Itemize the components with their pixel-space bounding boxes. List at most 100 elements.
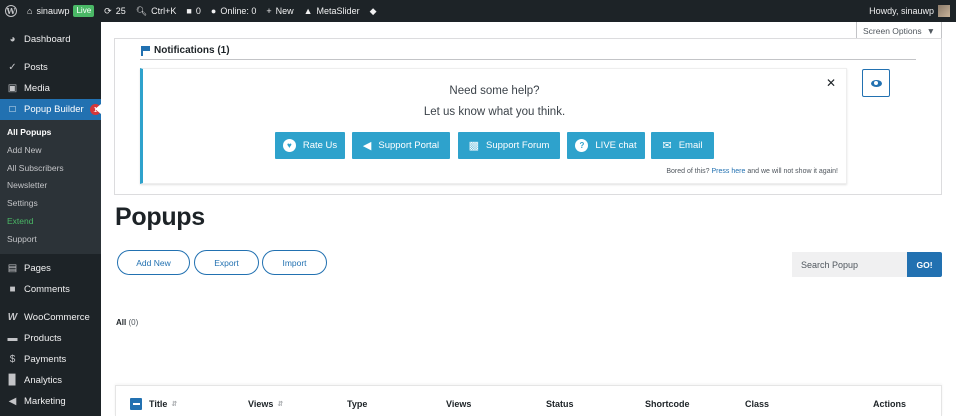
pin-icon: ✓ bbox=[8, 62, 17, 73]
sidebar-item-label: Analytics bbox=[24, 374, 63, 386]
email-button[interactable]: ✉ Email bbox=[651, 132, 714, 159]
live-chat-button[interactable]: ? LIVE chat bbox=[567, 132, 645, 159]
updates-count: 25 bbox=[115, 6, 126, 16]
megaphone-icon: ◀ bbox=[362, 140, 372, 152]
heart-icon: ♥ bbox=[282, 139, 296, 152]
sidebar-item-label: Posts bbox=[24, 62, 48, 73]
column-title[interactable]: Title ⇵ bbox=[149, 399, 177, 409]
add-new-button[interactable]: Add New bbox=[117, 250, 190, 275]
dismiss-link[interactable]: Press here bbox=[712, 168, 746, 175]
sidebar-item-dashboard[interactable]: ◕ Dashboard bbox=[0, 29, 101, 50]
new-content-link[interactable]: + New bbox=[261, 0, 298, 22]
comments-link[interactable]: ■ 0 bbox=[181, 0, 205, 22]
select-all-checkbox[interactable] bbox=[130, 398, 142, 410]
live-badge: Live bbox=[73, 5, 95, 17]
button-label: Email bbox=[678, 140, 703, 151]
export-button[interactable]: Export bbox=[194, 250, 259, 275]
support-portal-button[interactable]: ◀ Support Portal bbox=[352, 132, 450, 159]
sidebar-item-marketing[interactable]: ◀ Marketing bbox=[0, 391, 101, 412]
popups-table-header: Title ⇵ Views ⇵ Type Views Status Shortc… bbox=[115, 385, 942, 416]
filter-all-count: (0) bbox=[128, 318, 139, 327]
woocommerce-icon: W bbox=[7, 311, 18, 323]
new-label: New bbox=[275, 6, 294, 16]
question-icon: ? bbox=[575, 139, 589, 152]
button-label: LIVE chat bbox=[595, 140, 637, 151]
products-icon: ▬ bbox=[7, 332, 18, 344]
submenu-all-subscribers[interactable]: All Subscribers bbox=[0, 160, 101, 178]
sidebar-item-popup-builder[interactable]: □ Popup Builder 1 bbox=[0, 99, 101, 120]
sidebar-item-label: Payments bbox=[24, 353, 67, 365]
sidebar-item-label: Pages bbox=[24, 262, 51, 274]
admin-sidebar: ◕ Dashboard ✓ Posts ▣ Media □ Popup Buil… bbox=[0, 22, 101, 416]
comments-count: 0 bbox=[195, 6, 201, 16]
avatar bbox=[938, 5, 950, 17]
sidebar-item-label: Popup Builder bbox=[24, 104, 84, 115]
site-name-link[interactable]: ⌂ sinauwp Live bbox=[22, 0, 99, 22]
caret-down-icon: ▼ bbox=[926, 26, 935, 36]
search-go-button[interactable]: GO! bbox=[907, 252, 942, 277]
footer-suffix: and we will not show it again! bbox=[747, 168, 838, 175]
flag-icon bbox=[141, 45, 150, 56]
submenu-support[interactable]: Support bbox=[0, 231, 101, 249]
submenu-settings[interactable]: Settings bbox=[0, 195, 101, 213]
envelope-icon: ✉ bbox=[662, 140, 672, 152]
diamond-link[interactable]: ◆ bbox=[365, 0, 382, 22]
submenu-add-new[interactable]: Add New bbox=[0, 142, 101, 160]
popup-builder-icon: □ bbox=[9, 104, 16, 115]
popup-builder-submenu: All Popups Add New All Subscribers Newsl… bbox=[0, 120, 101, 254]
submenu-extend[interactable]: Extend bbox=[0, 213, 101, 231]
sidebar-item-comments[interactable]: ■ Comments bbox=[0, 279, 101, 300]
eye-icon bbox=[870, 79, 882, 87]
sidebar-item-posts[interactable]: ✓ Posts bbox=[0, 57, 101, 78]
button-label: Support Portal bbox=[378, 140, 440, 151]
command-search[interactable]: 🔍︎ Ctrl+K bbox=[131, 0, 182, 22]
filter-all[interactable]: All (0) bbox=[116, 318, 138, 327]
sidebar-item-analytics[interactable]: ▉ Analytics bbox=[0, 370, 101, 391]
metaslider-label: MetaSlider bbox=[316, 6, 360, 16]
search-input[interactable] bbox=[792, 252, 908, 277]
column-class: Class bbox=[745, 399, 770, 409]
account-menu[interactable]: Howdy, sinauwp bbox=[869, 5, 956, 17]
sidebar-item-media[interactable]: ▣ Media bbox=[0, 78, 101, 99]
search-shortcut: Ctrl+K bbox=[151, 6, 177, 16]
notifications-title: Notifications (1) bbox=[154, 45, 230, 56]
chat-bubbles-icon: ▩ bbox=[468, 140, 480, 152]
megaphone-icon: ◀ bbox=[8, 395, 17, 407]
sidebar-item-label: Products bbox=[24, 332, 62, 344]
greeting: Howdy, sinauwp bbox=[869, 6, 934, 16]
import-button[interactable]: Import bbox=[262, 250, 327, 275]
help-footer: Bored of this? Press here and we will no… bbox=[666, 168, 838, 175]
wordpress-menu[interactable]: W bbox=[0, 0, 22, 22]
sidebar-item-woocommerce[interactable]: W WooCommerce bbox=[0, 307, 101, 328]
button-label: Rate Us bbox=[302, 140, 338, 151]
plus-icon: + bbox=[266, 6, 272, 16]
support-forum-button[interactable]: ▩ Support Forum bbox=[458, 132, 560, 159]
metaslider-link[interactable]: ▲ MetaSlider bbox=[299, 0, 365, 22]
filter-all-label: All bbox=[116, 318, 127, 327]
sidebar-item-payments[interactable]: $ Payments bbox=[0, 349, 101, 370]
sidebar-item-label: Marketing bbox=[24, 395, 66, 407]
updates-link[interactable]: ⟳ 25 bbox=[99, 0, 131, 22]
pages-icon: ▤ bbox=[7, 262, 18, 274]
close-icon[interactable]: ✕ bbox=[826, 76, 836, 90]
diamond-icon: ◆ bbox=[369, 5, 377, 16]
column-views-sortable[interactable]: Views ⇵ bbox=[248, 399, 283, 409]
help-question: Need some help? bbox=[449, 85, 540, 97]
site-name: sinauwp bbox=[36, 6, 70, 16]
rate-us-button[interactable]: ♥ Rate Us bbox=[275, 132, 345, 159]
submenu-all-popups[interactable]: All Popups bbox=[0, 124, 101, 142]
toggle-visibility-button[interactable] bbox=[862, 69, 890, 97]
footer-prefix: Bored of this? bbox=[666, 168, 710, 175]
submenu-newsletter[interactable]: Newsletter bbox=[0, 177, 101, 195]
sidebar-item-pages[interactable]: ▤ Pages bbox=[0, 258, 101, 279]
sort-icon: ⇵ bbox=[277, 401, 284, 408]
notifications-header: Notifications (1) bbox=[141, 45, 230, 56]
wordpress-logo-icon: W bbox=[5, 5, 17, 17]
dashboard-icon: ◕ bbox=[9, 34, 16, 45]
online-label: Online: 0 bbox=[220, 6, 257, 16]
sidebar-item-products[interactable]: ▬ Products bbox=[0, 328, 101, 349]
search-icon: 🔍︎ bbox=[135, 5, 148, 16]
sidebar-item-label: Comments bbox=[24, 283, 70, 295]
comment-bubble-icon: ■ bbox=[9, 283, 16, 295]
online-users[interactable]: ● Online: 0 bbox=[206, 0, 261, 22]
